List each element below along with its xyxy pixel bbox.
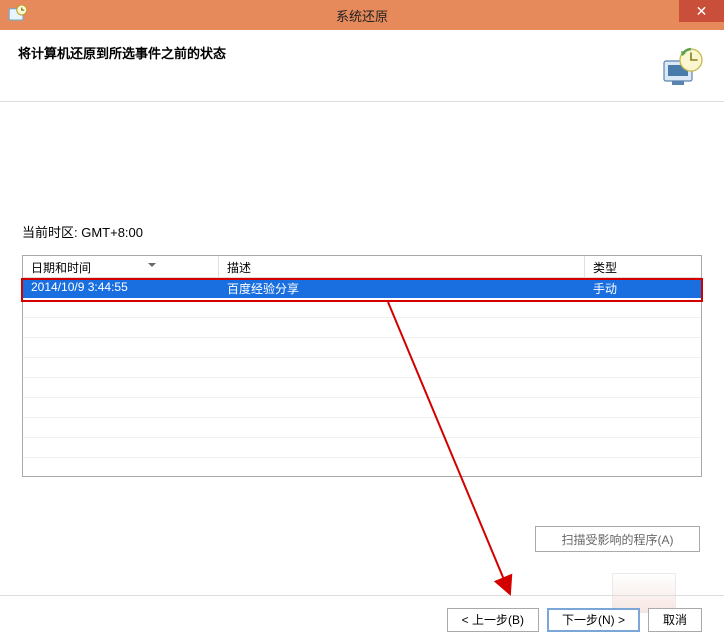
back-button[interactable]: < 上一步(B) xyxy=(447,608,539,632)
table-row[interactable]: 2014/10/9 3:44:55 百度经验分享 手动 xyxy=(23,278,701,298)
system-restore-large-icon xyxy=(658,43,706,91)
wizard-header: 将计算机还原到所选事件之前的状态 xyxy=(0,30,724,102)
close-button[interactable]: ✕ xyxy=(679,0,724,22)
cell-type: 手动 xyxy=(585,278,701,298)
table-row-empty xyxy=(23,338,701,358)
column-header-datetime-label: 日期和时间 xyxy=(31,261,91,275)
cell-datetime: 2014/10/9 3:44:55 xyxy=(23,278,219,298)
table-row-empty xyxy=(23,398,701,418)
wizard-body: 当前时区: GMT+8:00 日期和时间 描述 类型 2014/10/9 3:4… xyxy=(0,102,724,477)
titlebar[interactable]: 系统还原 ✕ xyxy=(0,0,724,30)
scan-affected-programs-button[interactable]: 扫描受影响的程序(A) xyxy=(535,526,700,552)
column-header-datetime[interactable]: 日期和时间 xyxy=(23,256,219,277)
table-row-empty xyxy=(23,318,701,338)
table-row-empty xyxy=(23,298,701,318)
table-row-empty xyxy=(23,438,701,458)
table-row-empty xyxy=(23,418,701,438)
sort-descending-icon xyxy=(148,263,156,267)
window-title: 系统还原 xyxy=(0,6,724,25)
column-header-description[interactable]: 描述 xyxy=(219,256,585,277)
restore-points-table: 日期和时间 描述 类型 2014/10/9 3:44:55 百度经验分享 手动 xyxy=(22,255,702,477)
system-restore-icon xyxy=(8,5,28,25)
close-icon: ✕ xyxy=(696,3,708,20)
cancel-button[interactable]: 取消 xyxy=(648,608,702,632)
table-row-empty xyxy=(23,358,701,378)
timezone-label: 当前时区: GMT+8:00 xyxy=(22,222,702,241)
column-header-type[interactable]: 类型 xyxy=(585,256,701,277)
next-button[interactable]: 下一步(N) > xyxy=(547,608,640,632)
wizard-buttons: < 上一步(B) 下一步(N) > 取消 xyxy=(0,595,724,643)
table-header-row: 日期和时间 描述 类型 xyxy=(23,256,701,278)
wizard-subtitle: 将计算机还原到所选事件之前的状态 xyxy=(18,43,226,62)
table-row-empty xyxy=(23,378,701,398)
cell-description: 百度经验分享 xyxy=(219,278,585,298)
